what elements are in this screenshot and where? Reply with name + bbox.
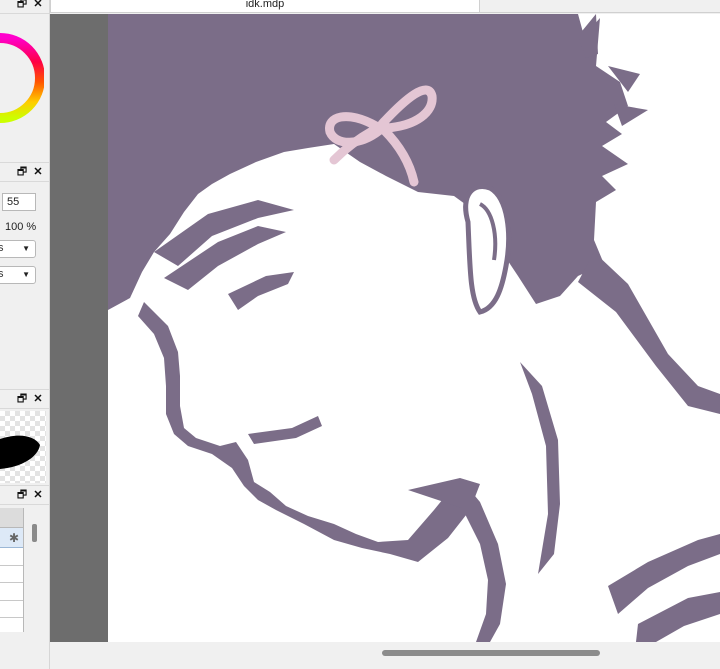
brush-stroke-shape	[0, 435, 40, 469]
close-icon[interactable]: ✕	[32, 393, 44, 405]
document-tab-bar: idk.mdp	[50, 0, 720, 13]
brush-preview[interactable]	[0, 411, 46, 483]
gear-icon[interactable]: ✱	[9, 531, 19, 545]
color-panel-titlebar: 🗗 ✕	[0, 0, 49, 14]
close-icon[interactable]: ✕	[32, 489, 44, 501]
opacity-value: 100 %	[5, 221, 37, 233]
layer-scrollbar[interactable]	[32, 524, 37, 542]
close-icon[interactable]: ✕	[32, 0, 44, 10]
tool-panel-titlebar: 🗗 ✕	[0, 162, 49, 182]
horizontal-scrollbar-thumb[interactable]	[382, 650, 600, 656]
layer-row[interactable]	[0, 583, 23, 601]
brush-size-field[interactable]: 55	[2, 193, 36, 211]
color-wheel[interactable]	[0, 14, 44, 142]
restore-window-icon[interactable]: 🗗	[16, 166, 28, 178]
layer-row[interactable]	[0, 600, 23, 618]
layer-list-header	[0, 508, 23, 528]
left-tool-panel: 🗗 ✕ 🗗 ✕ 55 100 % s ▼ s ▼	[0, 0, 50, 669]
artwork-canvas[interactable]	[108, 14, 720, 642]
dropdown-value: s	[0, 242, 4, 254]
artwork-drawing	[108, 14, 720, 642]
layer-row[interactable]	[0, 565, 23, 583]
layer-list: ✱	[0, 508, 24, 632]
layer-row-selected[interactable]: ✱	[0, 528, 23, 548]
chevron-down-icon: ▼	[22, 244, 30, 253]
canvas-area[interactable]	[50, 14, 720, 642]
chevron-down-icon: ▼	[22, 270, 30, 279]
brush-type-dropdown[interactable]: s ▼	[0, 266, 36, 284]
restore-window-icon[interactable]: 🗗	[16, 393, 28, 405]
layer-panel-titlebar: 🗗 ✕	[0, 485, 49, 505]
close-icon[interactable]: ✕	[32, 166, 44, 178]
dropdown-value: s	[0, 268, 4, 280]
horizontal-scrollbar[interactable]	[50, 642, 720, 669]
restore-window-icon[interactable]: 🗗	[16, 0, 28, 10]
blend-mode-dropdown[interactable]: s ▼	[0, 240, 36, 258]
document-tab[interactable]: idk.mdp	[50, 0, 480, 13]
restore-window-icon[interactable]: 🗗	[16, 489, 28, 501]
layer-row[interactable]	[0, 548, 23, 566]
brush-panel-titlebar: 🗗 ✕	[0, 389, 49, 409]
